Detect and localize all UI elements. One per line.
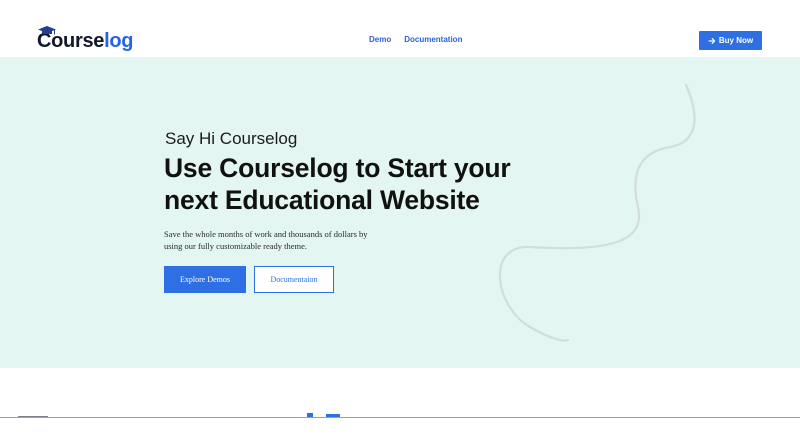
nav-link-documentation[interactable]: Documentation: [404, 35, 462, 45]
hero-section: Say Hi Courselog Use Courselog to Start …: [0, 57, 800, 368]
buy-now-label: Buy Now: [718, 36, 754, 45]
documentation-button[interactable]: Documentaion: [254, 266, 334, 293]
main-nav: Demo Documentation: [369, 35, 462, 45]
buy-now-button[interactable]: Buy Now: [699, 31, 762, 50]
hero-headline: Use Courselog to Start your next Educati…: [164, 153, 511, 215]
arrow-right-icon: [708, 37, 716, 44]
lower-divider: [0, 417, 800, 418]
graduation-cap-icon: [38, 26, 56, 35]
hero-subtext: Save the whole months of work and thousa…: [164, 229, 368, 251]
nav-link-demo[interactable]: Demo: [369, 35, 391, 45]
logo-text-accent: log: [104, 30, 134, 52]
hero-eyebrow: Say Hi Courselog: [165, 129, 298, 148]
site-logo[interactable]: Courselog: [37, 26, 134, 52]
lower-section: [0, 368, 800, 445]
site-header: Courselog Demo Documentation Buy Now: [0, 0, 800, 57]
explore-demos-button[interactable]: Explore Demos: [164, 266, 246, 293]
